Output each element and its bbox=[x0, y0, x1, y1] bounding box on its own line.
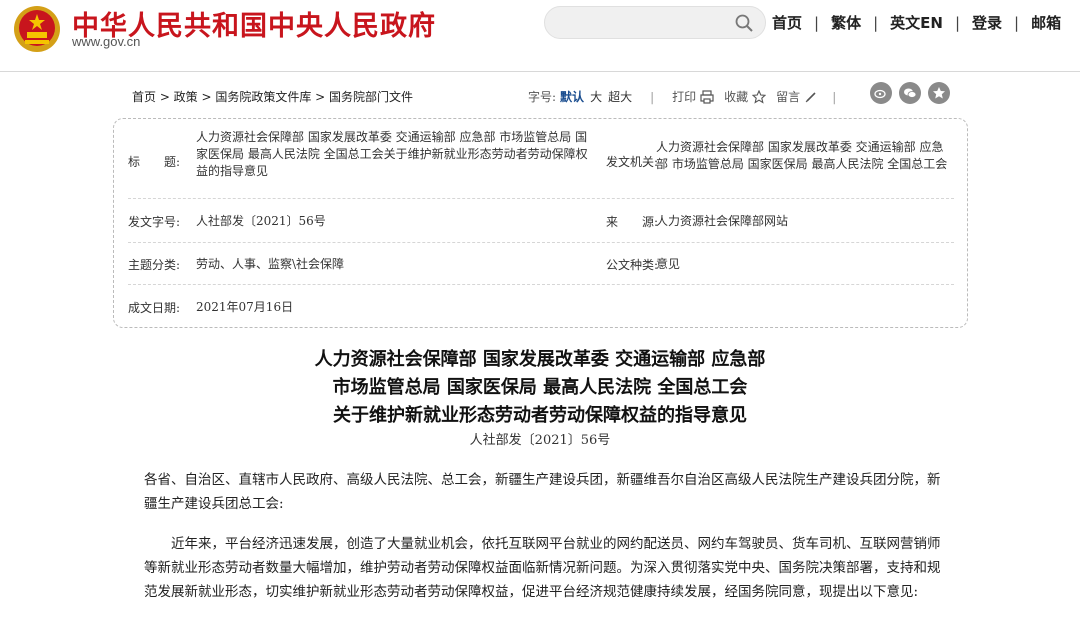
national-emblem-icon[interactable] bbox=[12, 4, 62, 54]
article-title-line-2: 市场监管总局 国家医保局 最高人民法院 全国总工会 bbox=[332, 377, 748, 398]
article-title-line-3: 关于维护新就业形态劳动者劳动保障权益的指导意见 bbox=[333, 405, 747, 426]
nav-separator: | bbox=[954, 13, 961, 32]
nav-english[interactable]: 英文EN bbox=[890, 12, 943, 33]
printer-icon[interactable] bbox=[700, 89, 714, 104]
info-row-docno: 发文字号: 人社部发〔2021〕56号 来 源: 人力资源社会保障部网站 bbox=[128, 199, 954, 243]
info-row-date: 成文日期: 2021年07月16日 bbox=[128, 285, 954, 327]
tool-separator: | bbox=[650, 89, 655, 104]
type-value: 意见 bbox=[656, 257, 681, 271]
font-size-default[interactable]: 默认 bbox=[560, 88, 584, 105]
doc-no-label: 发文字号: bbox=[128, 215, 181, 229]
page-tools: 字号: 默认 大 超大 | 打印 收藏 留言 | bbox=[528, 88, 854, 105]
font-size-label: 字号: bbox=[528, 90, 557, 104]
nav-home[interactable]: 首页 bbox=[772, 12, 802, 33]
breadcrumb[interactable]: 首页 > 政策 > 国务院政策文件库 > 国务院部门文件 bbox=[132, 88, 413, 105]
nav-traditional[interactable]: 繁体 bbox=[831, 12, 861, 33]
star-icon[interactable] bbox=[752, 89, 767, 104]
source-value: 人力资源社会保障部网站 bbox=[656, 214, 789, 228]
top-nav: 首页 | 繁体 | 英文EN | 登录 | 邮箱 bbox=[772, 12, 1061, 33]
nav-separator: | bbox=[1014, 13, 1020, 32]
article-doc-number: 人社部发〔2021〕56号 bbox=[469, 433, 611, 448]
site-header: 中华人民共和国中央人民政府 www.gov.cn 首页 | 繁体 | 英文EN … bbox=[0, 0, 1080, 72]
topic-label: 主题分类: bbox=[128, 258, 181, 272]
article-paragraph: 近年来，平台经济迅速发展，创造了大量就业机会，依托互联网平台就业的网约配送员、网… bbox=[144, 536, 941, 600]
weibo-share-icon[interactable] bbox=[870, 82, 892, 104]
title-value: 人力资源社会保障部 国家发展改革委 交通运输部 应急部 市场监管总局 国家医保局… bbox=[196, 130, 588, 178]
wechat-share-icon[interactable] bbox=[899, 82, 921, 104]
favorite-button[interactable]: 收藏 bbox=[724, 88, 748, 105]
doc-no-value: 人社部发〔2021〕56号 bbox=[196, 214, 326, 228]
font-size-xlarge[interactable]: 超大 bbox=[608, 88, 632, 105]
type-label: 公文种类: bbox=[606, 258, 659, 272]
tool-separator: | bbox=[832, 89, 837, 104]
article-title-line-1: 人力资源社会保障部 国家发展改革委 交通运输部 应急部 bbox=[314, 349, 766, 370]
topic-value: 劳动、人事、监察\社会保障 bbox=[196, 257, 345, 271]
issuer-label: 发文机关: bbox=[606, 155, 659, 169]
nav-separator: | bbox=[873, 13, 879, 32]
search-input[interactable] bbox=[559, 13, 729, 33]
date-label: 成文日期: bbox=[128, 301, 181, 315]
print-button[interactable]: 打印 bbox=[672, 88, 696, 105]
site-url[interactable]: www.gov.cn bbox=[72, 34, 140, 49]
favorite-share-icon[interactable] bbox=[928, 82, 950, 104]
issuer-value: 人力资源社会保障部 国家发展改革委 交通运输部 应急部 市场监管总局 国家医保局… bbox=[656, 140, 948, 171]
pencil-icon[interactable] bbox=[804, 90, 818, 104]
share-buttons bbox=[870, 82, 957, 104]
date-value: 2021年07月16日 bbox=[196, 300, 294, 314]
nav-login[interactable]: 登录 bbox=[972, 12, 1002, 33]
comment-button[interactable]: 留言 bbox=[776, 88, 800, 105]
title-label: 标 题: bbox=[128, 155, 181, 169]
info-row-title: 标 题: 人力资源社会保障部 国家发展改革委 交通运输部 应急部 市场监管总局 … bbox=[128, 119, 954, 199]
document-info-box: 标 题: 人力资源社会保障部 国家发展改革委 交通运输部 应急部 市场监管总局 … bbox=[113, 118, 968, 328]
font-size-large[interactable]: 大 bbox=[590, 88, 602, 105]
article-addressee: 各省、自治区、直辖市人民政府、高级人民法院、总工会，新疆生产建设兵团，新疆维吾尔… bbox=[144, 472, 941, 512]
nav-separator: | bbox=[814, 13, 820, 32]
info-row-topic: 主题分类: 劳动、人事、监察\社会保障 公文种类: 意见 bbox=[128, 243, 954, 285]
nav-mail[interactable]: 邮箱 bbox=[1031, 12, 1061, 33]
toolbar: 首页 > 政策 > 国务院政策文件库 > 国务院部门文件 字号: 默认 大 超大… bbox=[132, 82, 952, 106]
source-label: 来 源: bbox=[606, 215, 659, 229]
search-icon[interactable] bbox=[735, 14, 753, 32]
search-box bbox=[544, 6, 766, 39]
